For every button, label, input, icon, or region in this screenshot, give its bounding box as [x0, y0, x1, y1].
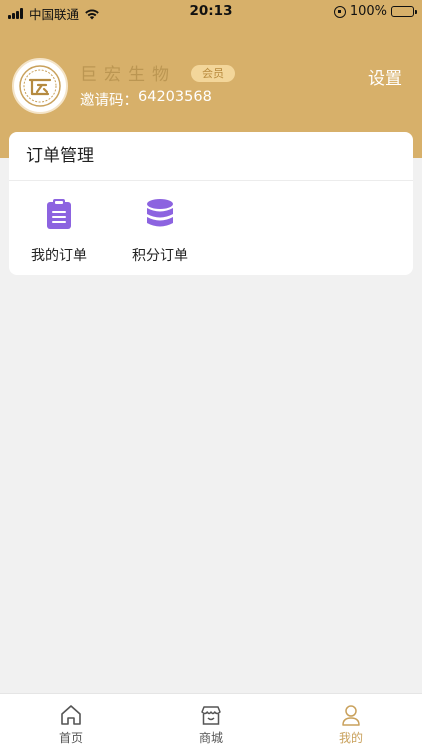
invite-code: 64203568 — [138, 89, 212, 105]
profile-name: 巨宏生物 — [80, 65, 176, 85]
user-icon — [342, 705, 360, 726]
member-badge: 会员 — [191, 65, 235, 82]
invite-code-row: 邀请码： 64203568 — [80, 89, 212, 110]
tab-store[interactable]: 商城 — [171, 704, 251, 746]
points-orders-label: 积分订单 — [132, 248, 188, 264]
tab-mine-label: 我的 — [338, 731, 363, 745]
clipboard-icon — [47, 199, 71, 229]
profile-screen: 中国联通 20:13 100% 巨宏生物 会员 邀请码： 64203568 设置… — [0, 0, 422, 750]
status-right: 100% — [333, 4, 417, 19]
logo-icon — [19, 65, 61, 107]
order-management-card: 订单管理 我的订单 积分订单 — [9, 132, 413, 275]
tab-store-label: 商城 — [198, 731, 223, 745]
avatar[interactable] — [12, 58, 68, 114]
orientation-lock-icon — [333, 5, 346, 18]
battery-percent: 100% — [349, 4, 387, 19]
tab-home-label: 首页 — [58, 731, 83, 745]
battery-icon — [391, 6, 417, 17]
my-orders-button[interactable]: 我的订单 — [19, 199, 99, 265]
tab-mine[interactable]: 我的 — [311, 704, 391, 746]
order-items: 我的订单 积分订单 — [9, 181, 413, 275]
settings-button[interactable]: 设置 — [368, 64, 402, 89]
database-icon — [147, 199, 173, 227]
store-icon — [201, 706, 221, 725]
order-card-title: 订单管理 — [9, 132, 413, 181]
my-orders-label: 我的订单 — [31, 248, 87, 264]
points-orders-button[interactable]: 积分订单 — [120, 199, 200, 265]
tab-home[interactable]: 首页 — [31, 704, 111, 746]
invite-label: 邀请码： — [80, 93, 138, 109]
tab-bar: 首页 商城 我的 — [0, 693, 422, 750]
home-icon — [61, 705, 81, 725]
status-bar: 中国联通 20:13 100% — [0, 0, 422, 24]
